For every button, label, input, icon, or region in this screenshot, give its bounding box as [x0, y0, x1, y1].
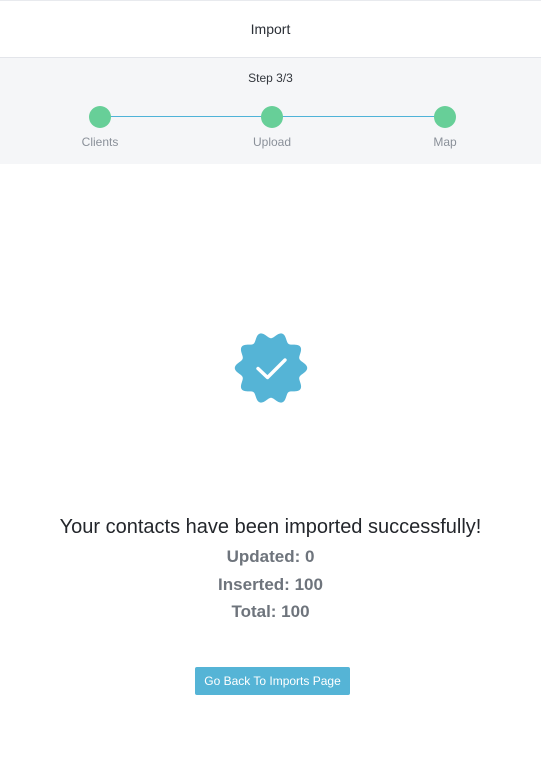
page-header: Import — [0, 0, 541, 58]
step-complete-icon — [261, 106, 283, 128]
step-label: Upload — [252, 135, 292, 149]
step-label: Map — [433, 135, 457, 149]
step-complete-icon — [434, 106, 456, 128]
step-upload[interactable]: Upload — [232, 106, 312, 149]
total-count: Total: 100 — [231, 602, 310, 621]
page-title: Import — [250, 21, 291, 37]
import-stepper: Step 3/3 Clients Upload Map — [0, 58, 541, 164]
inserted-count: Inserted: 100 — [218, 575, 323, 594]
step-complete-icon — [89, 106, 111, 128]
step-clients[interactable]: Clients — [60, 106, 140, 149]
step-map[interactable]: Map — [405, 106, 485, 149]
check-badge-icon — [233, 330, 309, 406]
step-counter: Step 3/3 — [248, 71, 293, 85]
updated-count: Updated: 0 — [226, 547, 315, 566]
go-back-to-imports-button[interactable]: Go Back To Imports Page — [195, 667, 350, 695]
success-message: Your contacts have been imported success… — [59, 516, 482, 538]
step-label: Clients — [81, 135, 119, 149]
